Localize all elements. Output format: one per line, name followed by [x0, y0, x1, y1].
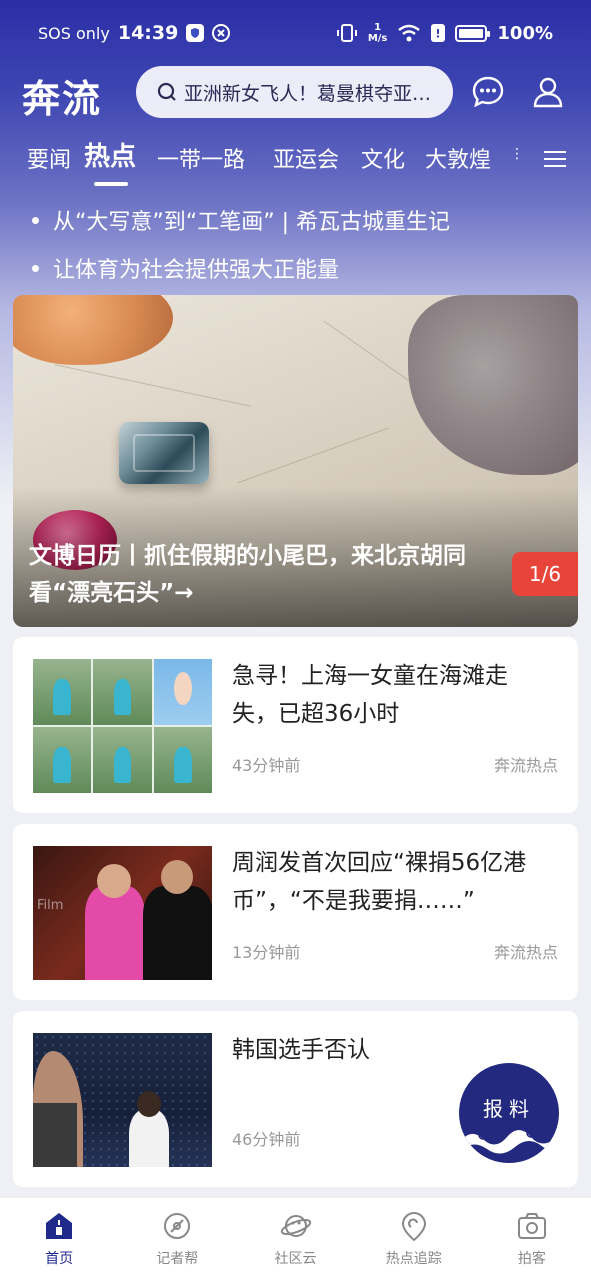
banner-image-gem: [119, 422, 209, 484]
headline-list: 从“大写意”到“工笔画” | 希瓦古城重生记 让体育为社会提供强大正能量: [32, 196, 572, 292]
sos-status: SOS only: [38, 23, 110, 43]
tab-dunhuang[interactable]: 大敦煌: [425, 142, 491, 174]
wifi-icon: [398, 24, 421, 42]
app-header: 奔流 亚洲新女飞人！葛曼棋夺亚…: [0, 66, 591, 121]
news-card[interactable]: Film 周润发首次回应“裸捐56亿港币”，“不是我要捐……” 13分钟前 奔流…: [13, 824, 578, 1000]
bottom-navigation: 首页 记者帮 社区云 热点追踪 拍客: [0, 1198, 591, 1280]
tab-redian[interactable]: 热点: [84, 136, 136, 173]
news-source: 奔流热点: [493, 943, 558, 962]
nav-reporter-help[interactable]: 记者帮: [118, 1198, 236, 1280]
location-pin-icon: [401, 1211, 426, 1242]
messages-button[interactable]: [470, 74, 506, 110]
search-icon: [157, 82, 176, 101]
category-tabs: 要闻 热点 一带一路 亚运会 文化 大敦煌 ⋮: [0, 132, 591, 192]
bullet-icon: [32, 264, 39, 272]
nav-hot-tracking[interactable]: 热点追踪: [355, 1198, 473, 1280]
search-bar[interactable]: 亚洲新女飞人！葛曼棋夺亚…: [136, 66, 453, 118]
report-news-button[interactable]: 报料: [459, 1063, 559, 1163]
planet-icon: [280, 1215, 311, 1237]
status-bar: SOS only 14:39 1 M/s 100%: [0, 0, 591, 66]
wave-icon: [459, 1128, 559, 1163]
news-thumbnail: Film: [33, 846, 212, 980]
news-time: 46分钟前: [232, 1130, 301, 1149]
tab-menu-button[interactable]: [544, 146, 574, 176]
vibrate-icon: [336, 24, 357, 42]
banner-carousel[interactable]: 文博日历丨抓住假期的小尾巴，来北京胡同看“漂亮石头”→ 1/6: [13, 295, 578, 627]
battery-icon: [455, 24, 491, 42]
search-placeholder: 亚洲新女飞人！葛曼棋夺亚…: [184, 82, 432, 105]
news-thumbnail: [33, 1033, 212, 1167]
nav-home[interactable]: 首页: [0, 1198, 118, 1280]
more-tabs-indicator: ⋮: [510, 146, 524, 162]
tab-asian-games[interactable]: 亚运会: [273, 142, 339, 174]
news-title: 急寻！上海一女童在海滩走失，已超36小时: [232, 663, 508, 727]
news-time: 13分钟前: [232, 943, 301, 962]
nav-community-cloud[interactable]: 社区云: [236, 1198, 354, 1280]
compass-icon: [164, 1213, 191, 1239]
news-source: 奔流热点: [493, 756, 558, 775]
app-logo: 奔流: [22, 77, 103, 121]
headline-item[interactable]: 让体育为社会提供强大正能量: [32, 244, 572, 292]
bullet-icon: [32, 216, 39, 224]
news-card[interactable]: 急寻！上海一女童在海滩走失，已超36小时 43分钟前 奔流热点: [13, 637, 578, 813]
camera-icon: [517, 1213, 546, 1239]
tab-yaowen[interactable]: 要闻: [27, 142, 71, 174]
news-time: 43分钟前: [232, 756, 301, 775]
battery-level: 100%: [497, 22, 553, 44]
banner-title: 文博日历丨抓住假期的小尾巴，来北京胡同看“漂亮石头”→: [29, 543, 466, 606]
chat-bubble-icon: [472, 76, 504, 108]
news-thumbnail: [33, 659, 212, 793]
user-icon: [533, 77, 563, 108]
app-notification-icon: [212, 24, 231, 42]
network-speed: 1 M/s: [367, 22, 388, 44]
active-tab-indicator: [94, 182, 128, 186]
banner-image-rock: [408, 295, 578, 475]
alert-icon: [431, 24, 446, 42]
profile-button[interactable]: [530, 74, 566, 110]
banner-image-mineral: [13, 295, 173, 365]
clock: 14:39: [117, 22, 179, 44]
tab-belt-and-road[interactable]: 一带一路: [157, 142, 245, 174]
banner-page-counter: 1/6: [512, 552, 578, 596]
shield-icon: [186, 24, 205, 42]
tab-culture[interactable]: 文化: [361, 142, 405, 174]
headline-item[interactable]: 从“大写意”到“工笔画” | 希瓦古城重生记: [32, 196, 572, 244]
nav-photo-reporter[interactable]: 拍客: [473, 1198, 591, 1280]
news-title: 周润发首次回应“裸捐56亿港币”，“不是我要捐……”: [232, 850, 527, 914]
home-icon: [46, 1213, 73, 1239]
